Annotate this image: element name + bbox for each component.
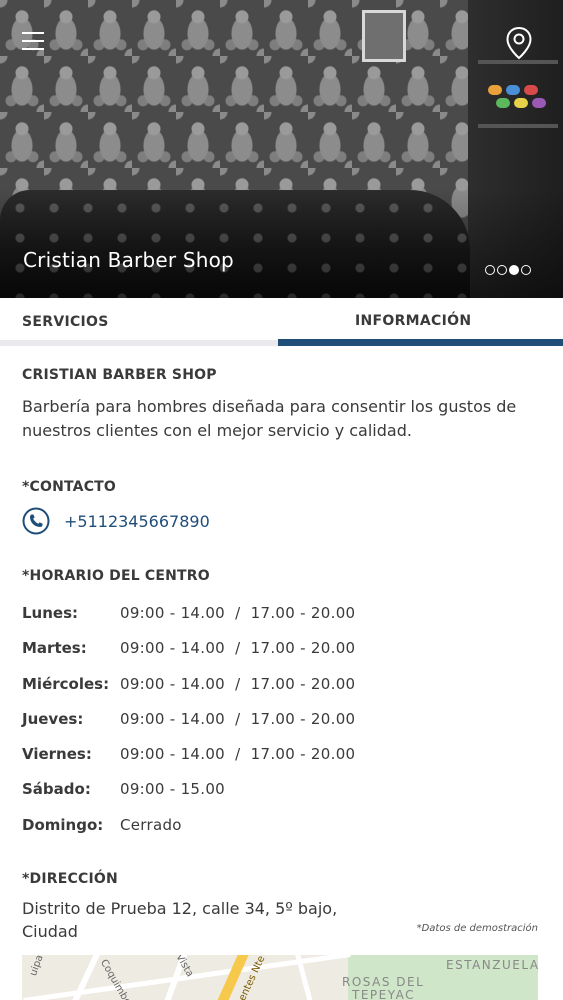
- schedule-day: Domingo:: [22, 815, 104, 834]
- carousel-dot[interactable]: [521, 265, 531, 275]
- schedule-row: Viernes: 09:00 - 14.00 / 17.00 - 20.00: [22, 739, 542, 774]
- carousel-indicators[interactable]: [485, 265, 531, 275]
- schedule-day: Jueves:: [22, 709, 84, 728]
- map-area-label: ROSAS DEL: [342, 975, 425, 989]
- tab-servicios[interactable]: SERVICIOS: [0, 298, 278, 348]
- tab-informacion-label: INFORMACIÓN: [355, 313, 472, 329]
- schedule-row: Jueves: 09:00 - 14.00 / 17.00 - 20.00: [22, 704, 542, 739]
- schedule-hours: 09:00 - 14.00 / 17.00 - 20.00: [120, 709, 356, 728]
- schedule-heading: *HORARIO DEL CENTRO: [22, 568, 210, 584]
- schedule-day: Martes:: [22, 639, 87, 658]
- schedule-table: Lunes: 09:00 - 14.00 / 17.00 - 20.00 Mar…: [22, 598, 542, 845]
- location-map[interactable]: uipa Coquimbo Vista entes Nte ROSAS DEL …: [22, 955, 538, 1000]
- schedule-day: Viernes:: [22, 745, 92, 764]
- map-area-label: TEPEYAC: [352, 988, 416, 1000]
- shop-title: Cristian Barber Shop: [23, 248, 234, 272]
- schedule-hours: 09:00 - 14.00 / 17.00 - 20.00: [120, 745, 356, 764]
- schedule-day: Lunes:: [22, 604, 79, 622]
- address-text: Distrito de Prueba 12, calle 34, 5º bajo…: [22, 899, 338, 941]
- phone-number-link[interactable]: +5112345667890: [64, 512, 210, 531]
- schedule-hours: Cerrado: [120, 815, 182, 834]
- carousel-dot[interactable]: [485, 265, 495, 275]
- wall-picture-frame: [362, 10, 406, 62]
- tab-servicios-label: SERVICIOS: [22, 314, 109, 330]
- tab-informacion[interactable]: INFORMACIÓN: [278, 298, 563, 348]
- schedule-row: Domingo: Cerrado: [22, 810, 542, 845]
- schedule-row: Martes: 09:00 - 14.00 / 17.00 - 20.00: [22, 633, 542, 668]
- schedule-hours: 09:00 - 15.00: [120, 780, 226, 799]
- active-tab-indicator: [278, 339, 563, 346]
- schedule-hours: 09:00 - 14.00 / 17.00 - 20.00: [120, 639, 356, 658]
- carousel-dot[interactable]: [497, 265, 507, 275]
- contact-heading: *CONTACTO: [22, 479, 117, 495]
- schedule-hours: 09:00 - 14.00 / 17.00 - 20.00: [120, 674, 356, 693]
- map-pin-icon[interactable]: [505, 26, 533, 60]
- hero-banner: Cristian Barber Shop: [0, 0, 563, 298]
- address-heading: *DIRECCIÓN: [22, 871, 118, 887]
- schedule-day: Sábado:: [22, 780, 91, 799]
- map-area-label: ESTANZUELA: [446, 958, 538, 972]
- schedule-row: Sábado: 09:00 - 15.00: [22, 774, 542, 809]
- shop-name-heading: CRISTIAN BARBER SHOP: [22, 367, 217, 383]
- demo-data-note: *Datos de demostración: [416, 923, 538, 934]
- map-street-label: uipa: [27, 955, 46, 978]
- hamburger-menu-icon[interactable]: [22, 30, 46, 52]
- schedule-day: Miércoles:: [22, 674, 110, 693]
- schedule-row: Miércoles: 09:00 - 14.00 / 17.00 - 20.00: [22, 669, 542, 704]
- phone-icon[interactable]: [22, 507, 50, 535]
- schedule-row: Lunes: 09:00 - 14.00 / 17.00 - 20.00: [22, 598, 542, 633]
- tab-bar: SERVICIOS INFORMACIÓN: [0, 298, 563, 348]
- schedule-hours: 09:00 - 14.00 / 17.00 - 20.00: [120, 604, 356, 622]
- carousel-dot-active[interactable]: [509, 265, 519, 275]
- shop-description: Barbería para hombres diseñada para cons…: [22, 397, 517, 440]
- map-street-label: Coquimbo: [97, 957, 133, 1000]
